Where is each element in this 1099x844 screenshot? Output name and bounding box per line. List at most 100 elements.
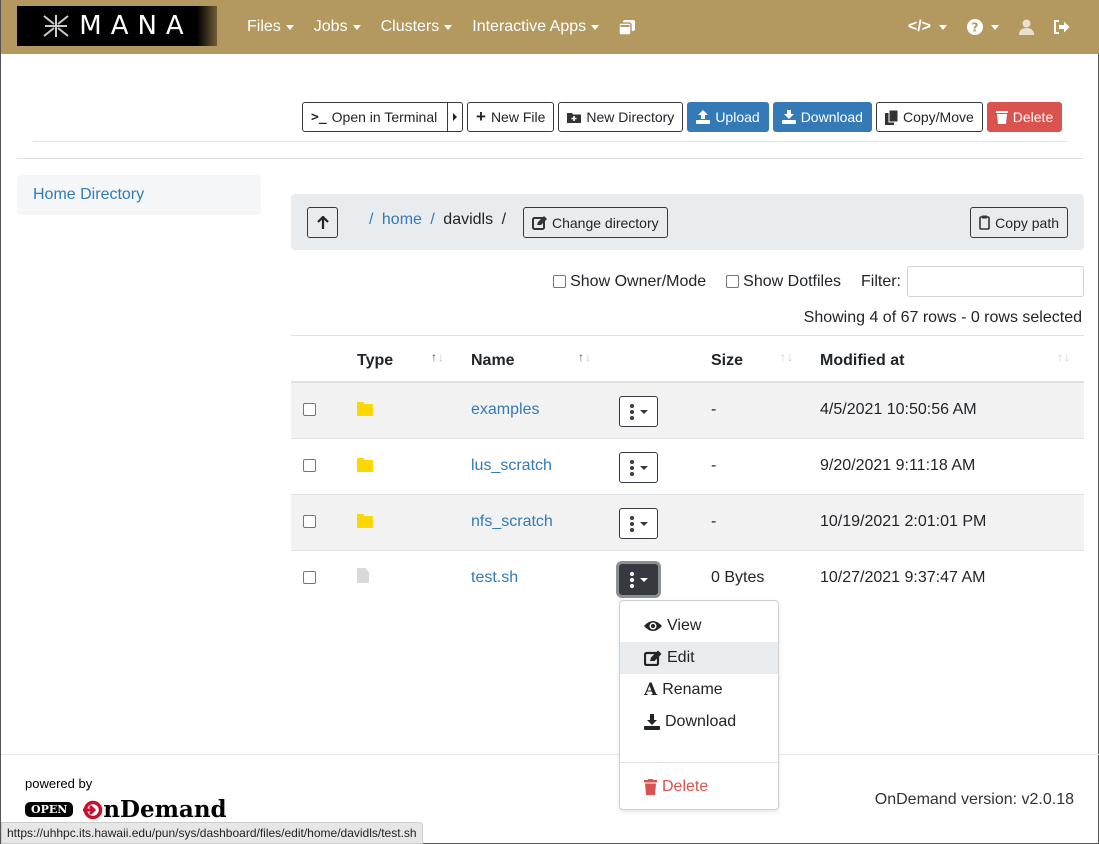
row-select-checkbox[interactable] <box>303 515 316 533</box>
menu-item-download[interactable]: Download <box>620 706 778 738</box>
copy-move-button[interactable]: Copy/Move <box>875 102 983 132</box>
show-dotfiles-checkbox[interactable] <box>726 275 740 288</box>
download-icon <box>644 714 660 730</box>
file-toolbar: >_ Open in Terminal + New File New Direc… <box>302 102 1063 132</box>
mana-emblem-icon <box>41 13 71 39</box>
change-directory-label: Change directory <box>552 214 659 231</box>
terminal-icon: >_ <box>311 109 327 125</box>
menu-item-view[interactable]: View <box>620 610 778 642</box>
column-header-name[interactable]: Name <box>471 352 515 370</box>
sign-out-icon <box>1054 20 1070 34</box>
row-select-checkbox[interactable] <box>303 571 316 589</box>
logo-ondemand-rest: nDemand <box>103 796 227 823</box>
delete-button[interactable]: Delete <box>986 102 1063 132</box>
file-modified: 10/19/2021 2:01:01 PM <box>820 513 987 530</box>
menu-item-rename-label: Rename <box>662 681 723 698</box>
caret-down-icon <box>639 465 648 470</box>
sort-arrows-icon[interactable]: ↑↓ <box>578 350 592 364</box>
caret-down-icon <box>444 24 453 30</box>
brand-text: MANA <box>79 11 193 41</box>
nav-interactive-apps[interactable]: Interactive Apps <box>462 18 609 36</box>
new-file-button[interactable]: + New File <box>467 102 555 132</box>
column-header-modified[interactable]: Modified at <box>820 352 904 370</box>
breadcrumb-home[interactable]: home <box>382 211 422 228</box>
go-up-button[interactable] <box>307 207 338 238</box>
files-table: Type ↑↓ Name ↑↓ Size ↑↓ Modified at ↑↓ e… <box>291 335 1084 607</box>
svg-text:?: ? <box>972 21 979 35</box>
table-row[interactable]: nfs_scratch - 10/19/2021 2:01:01 PM <box>291 495 1084 551</box>
menu-item-view-label: View <box>667 617 702 634</box>
trash-icon <box>644 779 657 795</box>
nav-jobs[interactable]: Jobs <box>304 18 371 36</box>
powered-by-text: powered by <box>25 776 93 791</box>
copy-path-button[interactable]: Copy path <box>970 207 1068 238</box>
file-name-link[interactable]: test.sh <box>471 569 518 587</box>
sort-arrows-icon[interactable]: ↑↓ <box>1057 350 1071 364</box>
change-directory-button[interactable]: Change directory <box>523 207 668 238</box>
menu-item-edit[interactable]: Edit <box>620 642 778 674</box>
breadcrumb: / home / davidls / <box>365 211 506 229</box>
table-row[interactable]: test.sh 0 Bytes 10/27/2021 9:37:47 AM <box>291 551 1084 607</box>
caret-down-icon <box>639 409 648 414</box>
upload-icon <box>696 110 711 124</box>
file-name-link[interactable]: examples <box>471 401 539 419</box>
breadcrumb-root[interactable]: / <box>369 211 373 228</box>
file-name-link[interactable]: lus_scratch <box>471 457 552 475</box>
sidebar-item-home-directory[interactable]: Home Directory <box>33 186 144 204</box>
ellipsis-vertical-icon <box>629 571 634 588</box>
row-actions-button[interactable] <box>619 396 658 427</box>
row-actions-button[interactable] <box>619 452 658 483</box>
nav-help[interactable]: ? <box>957 19 1009 35</box>
menu-item-delete[interactable]: Delete <box>620 771 778 803</box>
row-actions-button[interactable] <box>619 564 658 595</box>
caret-down-icon <box>939 24 947 30</box>
delete-label: Delete <box>1012 109 1054 125</box>
sort-arrows-icon[interactable]: ↑↓ <box>780 350 794 364</box>
brand-logo[interactable]: MANA <box>17 6 217 46</box>
nav-user[interactable] <box>1009 19 1044 35</box>
code-icon: </> <box>907 18 931 35</box>
nav-files-label: Files <box>247 18 281 35</box>
ellipsis-vertical-icon <box>629 515 634 532</box>
upload-label: Upload <box>715 109 760 125</box>
nav-my-sessions[interactable] <box>609 19 646 35</box>
nav-clusters[interactable]: Clusters <box>371 18 463 36</box>
file-name-link[interactable]: nfs_scratch <box>471 513 553 531</box>
table-row[interactable]: lus_scratch - 9/20/2021 9:11:18 AM <box>291 439 1084 495</box>
nav-develop[interactable]: </> <box>898 18 957 36</box>
upload-button[interactable]: Upload <box>687 102 769 132</box>
sessions-icon <box>619 19 636 35</box>
open-in-terminal-button[interactable]: >_ Open in Terminal <box>302 102 448 132</box>
show-owner-mode-checkbox[interactable] <box>553 275 567 288</box>
content-divider <box>17 158 1083 159</box>
nav-files[interactable]: Files <box>237 18 304 36</box>
download-button[interactable]: Download <box>772 102 872 132</box>
row-select-checkbox[interactable] <box>303 403 316 421</box>
table-row[interactable]: examples - 4/5/2021 10:50:56 AM <box>291 383 1084 439</box>
download-label: Download <box>800 109 863 125</box>
menu-item-rename[interactable]: A Rename <box>620 674 778 706</box>
filter-input[interactable] <box>907 266 1084 297</box>
breadcrumb-separator: / <box>430 211 435 228</box>
show-owner-mode-toggle[interactable]: Show Owner/Mode <box>553 273 706 291</box>
column-header-size[interactable]: Size <box>711 352 743 370</box>
file-size: - <box>711 457 717 474</box>
folder-plus-icon <box>567 112 582 123</box>
column-header-type[interactable]: Type <box>357 352 393 370</box>
nav-interactive-apps-label: Interactive Apps <box>472 18 587 35</box>
ellipsis-vertical-icon <box>629 403 634 420</box>
show-owner-mode-label: Show Owner/Mode <box>570 272 707 290</box>
file-size: - <box>711 513 717 530</box>
new-directory-button[interactable]: New Directory <box>558 102 684 132</box>
terminal-dropdown-toggle[interactable] <box>447 102 463 132</box>
show-dotfiles-toggle[interactable]: Show Dotfiles <box>726 273 841 291</box>
sidebar: Home Directory <box>17 175 261 215</box>
row-actions-button[interactable] <box>619 508 658 539</box>
ondemand-logo[interactable]: OPEN nDemand <box>25 796 227 823</box>
nav-logout[interactable] <box>1044 20 1080 34</box>
download-icon <box>781 110 796 124</box>
folder-icon <box>357 458 373 472</box>
row-select-checkbox[interactable] <box>303 459 316 477</box>
sort-arrows-icon[interactable]: ↑↓ <box>431 350 445 364</box>
caret-down-icon <box>285 24 294 30</box>
